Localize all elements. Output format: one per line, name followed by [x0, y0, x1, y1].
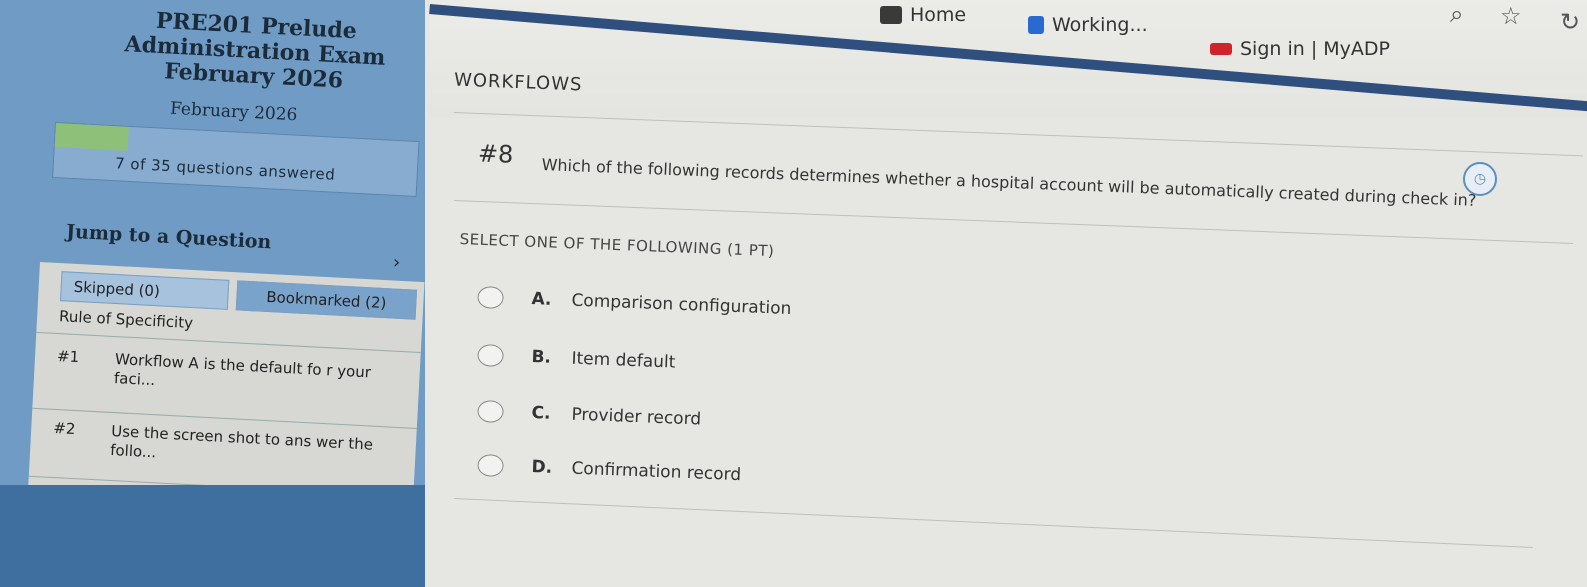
option-text: Confirmation record: [571, 458, 742, 486]
option-letter: D.: [531, 457, 553, 478]
radio-button[interactable]: [477, 344, 504, 367]
jump-to-question[interactable]: Jump to a Question: [66, 221, 272, 254]
question-preview: Use the screen shot to ans wer the follo…: [109, 421, 374, 462]
answer-option-c[interactable]: C. Provider record: [477, 400, 701, 431]
question-list-item[interactable]: #1 Workflow A is the default fo r your fa…: [56, 347, 417, 404]
question-category: WORKFLOWS: [453, 69, 583, 96]
divider: [453, 498, 1533, 548]
question-list-item[interactable]: #2 Use the screen shot to ans wer the fol…: [52, 419, 413, 476]
answer-option-a[interactable]: A. Comparison configuration: [477, 286, 792, 320]
chevron-right-icon[interactable]: ›: [393, 252, 400, 273]
question-preview: Workflow A is the default fo r your faci…: [113, 350, 372, 390]
answer-instruction: SELECT ONE OF THE FOLLOWING (1 PT): [459, 230, 775, 261]
question-number: #2: [52, 418, 76, 439]
option-text: Provider record: [571, 404, 702, 430]
option-text: Comparison configuration: [571, 290, 792, 320]
answer-option-d[interactable]: D. Confirmation record: [477, 454, 741, 486]
question-text: Which of the following records determine…: [541, 155, 1477, 210]
section-name: Rule of Specificity: [58, 307, 194, 333]
course-title: PRE201 Prelude Administration Exam Febru…: [123, 7, 387, 94]
exam-sidebar: PRE201 Prelude Administration Exam Febru…: [0, 0, 425, 587]
question-number: #1: [56, 347, 80, 367]
skipped-filter[interactable]: Skipped (0): [59, 271, 230, 310]
sidebar-footer: [0, 485, 425, 587]
question-pane: WORKFLOWS #8 Which of the following reco…: [430, 0, 1587, 587]
divider: [453, 112, 1584, 157]
course-date: February 2026: [169, 98, 298, 126]
progress-fill: [54, 123, 129, 151]
option-letter: B.: [531, 347, 552, 368]
bookmarked-filter[interactable]: Bookmarked (2): [235, 280, 418, 320]
question-number: #8: [477, 139, 514, 169]
option-letter: A.: [531, 289, 552, 310]
progress-bar: [52, 122, 420, 198]
option-letter: C.: [531, 403, 551, 424]
radio-button[interactable]: [477, 400, 504, 423]
radio-button[interactable]: [477, 286, 504, 309]
timer-icon[interactable]: ◷: [1463, 162, 1497, 196]
answer-option-b[interactable]: B. Item default: [477, 344, 676, 374]
radio-button[interactable]: [477, 454, 504, 477]
option-text: Item default: [571, 348, 676, 373]
